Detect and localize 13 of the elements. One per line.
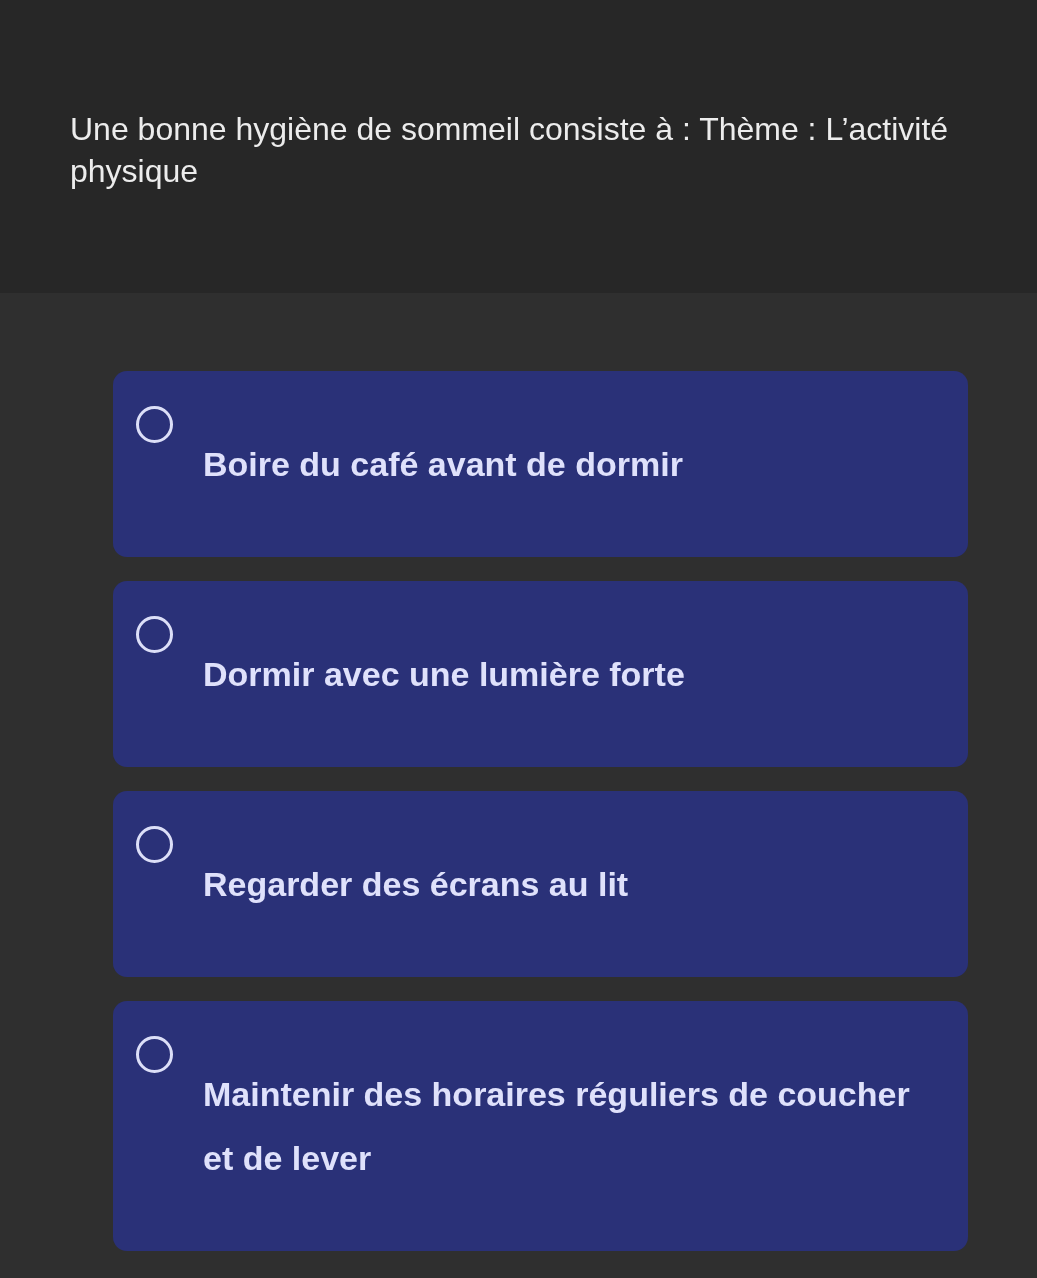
option-label: Regarder des écrans au lit — [203, 864, 629, 905]
answer-option[interactable]: Boire du café avant de dormir — [113, 371, 968, 557]
radio-button[interactable] — [136, 826, 173, 863]
radio-button[interactable] — [136, 616, 173, 653]
option-label: Boire du café avant de dormir — [203, 444, 683, 485]
question-text: Une bonne hygiène de sommeil consiste à : Thème : L’activité physique — [70, 110, 950, 191]
radio-button[interactable] — [136, 1036, 173, 1073]
radio-button[interactable] — [136, 406, 173, 443]
option-label: Dormir avec une lumière forte — [203, 654, 685, 695]
answer-option[interactable]: Dormir avec une lumière forte — [113, 581, 968, 767]
answer-option[interactable]: Maintenir des horaires réguliers de coucher et de lever — [113, 1001, 968, 1251]
answer-option[interactable]: Regarder des écrans au lit — [113, 791, 968, 977]
option-label: Maintenir des horaires réguliers de coucher et de lever — [203, 1074, 911, 1179]
